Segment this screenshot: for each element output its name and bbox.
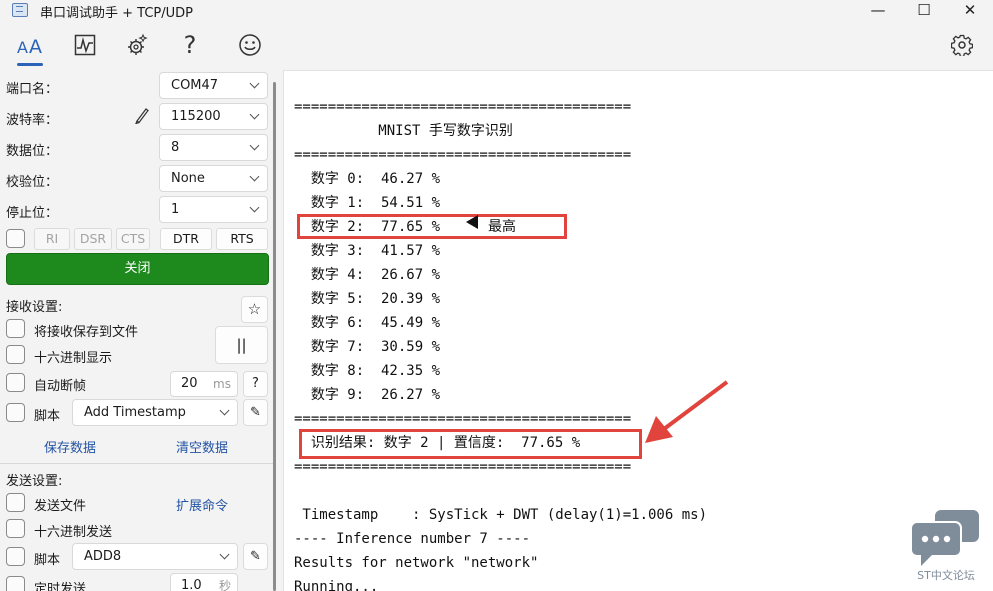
receive-script-value: Add Timestamp: [84, 405, 186, 420]
timed-send-input[interactable]: 1.0 秒: [170, 573, 238, 591]
parity-select[interactable]: None: [159, 165, 268, 192]
baud-value: 115200: [171, 109, 221, 124]
app-icon: [12, 3, 28, 17]
databits-select[interactable]: 8: [159, 134, 268, 161]
baud-select[interactable]: 115200: [159, 103, 268, 130]
timed-send-value: 1.0: [181, 578, 202, 591]
hex-display-checkbox[interactable]: [6, 345, 25, 364]
watermark-text: ST中文论坛: [917, 569, 975, 582]
svg-text:A: A: [29, 36, 42, 57]
send-script-select[interactable]: ADD8: [72, 543, 238, 570]
section-divider: [0, 463, 275, 464]
dsr-button[interactable]: DSR: [74, 228, 112, 250]
timed-send-label: 定时发送: [34, 582, 87, 591]
receive-script-label: 脚本: [34, 409, 61, 424]
maximize-button[interactable]: ☐: [901, 0, 947, 22]
frame-help-button[interactable]: ?: [243, 371, 268, 397]
svg-text:A: A: [17, 38, 28, 57]
smiley-icon[interactable]: [236, 30, 264, 60]
receive-script-checkbox[interactable]: [6, 403, 25, 422]
stopbits-label: 停止位：: [6, 206, 59, 221]
databits-value: 8: [171, 140, 180, 155]
dtr-button[interactable]: DTR: [160, 228, 212, 250]
save-to-file-checkbox[interactable]: [6, 319, 25, 338]
chevron-down-icon: [249, 140, 260, 151]
stopbits-value: 1: [171, 202, 180, 217]
receive-terminal[interactable]: ========================================…: [283, 70, 993, 591]
window-title: 串口调试助手 + TCP/UDP: [40, 6, 193, 21]
hex-send-checkbox[interactable]: [6, 519, 25, 538]
receive-section-label: 接收设置:: [6, 300, 63, 315]
frame-timeout-input[interactable]: 20 ms: [170, 371, 238, 397]
font-icon[interactable]: A A: [16, 30, 44, 60]
port-select[interactable]: COM47: [159, 72, 268, 99]
hex-display-label: 十六进制显示: [34, 351, 113, 366]
send-script-checkbox[interactable]: [6, 547, 25, 566]
save-data-link[interactable]: 保存数据: [44, 437, 96, 456]
send-script-value: ADD8: [84, 549, 122, 564]
waveform-icon[interactable]: [71, 30, 99, 60]
active-tab-indicator: [17, 63, 43, 66]
timed-send-unit: 秒: [218, 579, 231, 591]
chat-bubble-icon: [910, 510, 979, 566]
chevron-down-icon: [249, 202, 260, 213]
stopbits-select[interactable]: 1: [159, 196, 268, 223]
save-to-file-label: 将接收保存到文件: [34, 325, 139, 340]
settings-panel: 端口名： COM47 波特率： 115200 数据位： 8 校验位： None …: [0, 68, 280, 591]
toolbar: A A ?: [0, 22, 993, 68]
auto-frame-checkbox[interactable]: [6, 373, 25, 392]
timed-send-checkbox[interactable]: [6, 576, 25, 591]
port-value: COM47: [171, 78, 219, 93]
auto-frame-label: 自动断帧: [34, 379, 87, 394]
chevron-down-icon: [219, 549, 230, 560]
hex-send-label: 十六进制发送: [34, 525, 113, 540]
ri-button[interactable]: RI: [34, 228, 70, 250]
parity-value: None: [171, 171, 205, 186]
chevron-down-icon: [249, 109, 260, 120]
clear-data-link[interactable]: 清空数据: [176, 437, 228, 456]
parity-label: 校验位：: [6, 175, 59, 190]
cts-button[interactable]: CTS: [116, 228, 150, 250]
minimize-button[interactable]: —: [855, 0, 901, 22]
settings-gear-icon[interactable]: [124, 30, 152, 60]
red-arrow-icon: [645, 380, 729, 443]
help-icon[interactable]: ?: [176, 30, 204, 60]
databits-label: 数据位：: [6, 144, 59, 159]
panel-scrollbar[interactable]: [273, 82, 276, 591]
chevron-down-icon: [249, 171, 260, 182]
send-file-checkbox[interactable]: [6, 493, 25, 512]
chevron-down-icon: [219, 405, 230, 416]
frame-timeout-value: 20: [181, 376, 198, 391]
pause-button[interactable]: ||: [215, 326, 268, 364]
port-label: 端口名：: [6, 82, 59, 97]
close-window-button[interactable]: ✕: [947, 0, 993, 22]
watermark: ST中文论坛: [907, 508, 985, 583]
signals-checkbox[interactable]: [6, 229, 25, 248]
receive-script-select[interactable]: Add Timestamp: [72, 399, 238, 426]
title-bar: 串口调试助手 + TCP/UDP — ☐ ✕: [0, 0, 993, 22]
edit-receive-script-button[interactable]: ✎: [243, 399, 268, 426]
gear-icon[interactable]: [948, 30, 976, 60]
send-script-label: 脚本: [34, 553, 61, 568]
pen-icon[interactable]: [134, 106, 150, 128]
baud-label: 波特率：: [6, 113, 59, 128]
pin-button[interactable]: ☆: [241, 296, 268, 323]
edit-send-script-button[interactable]: ✎: [243, 543, 268, 570]
send-section-label: 发送设置:: [6, 474, 63, 489]
chevron-down-icon: [249, 78, 260, 89]
frame-timeout-unit: ms: [213, 377, 231, 391]
rts-button[interactable]: RTS: [216, 228, 268, 250]
close-port-button[interactable]: 关闭: [6, 253, 269, 285]
extended-commands-link[interactable]: 扩展命令: [176, 495, 228, 514]
send-file-label: 发送文件: [34, 499, 87, 514]
